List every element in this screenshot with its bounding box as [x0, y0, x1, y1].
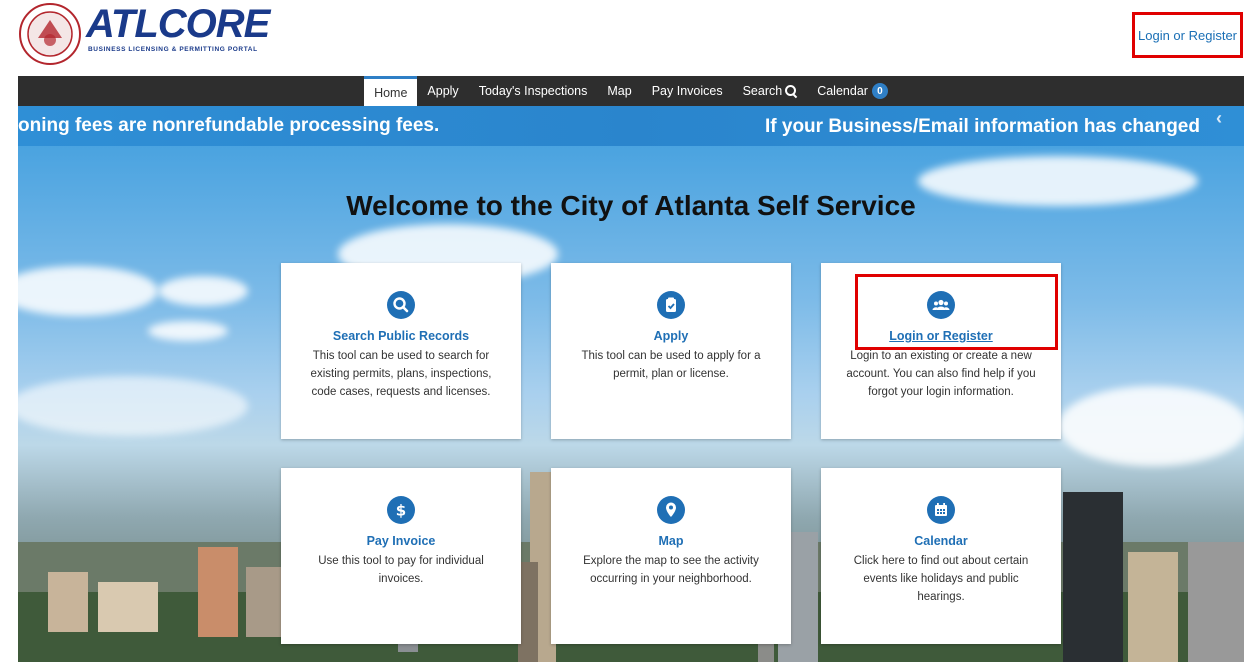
card-title: Search Public Records — [332, 329, 470, 343]
card-description: Login to an existing or create a new acc… — [846, 350, 1036, 398]
announcement-ticker: oning fees are nonrefundable processing … — [18, 106, 1244, 146]
nav-home[interactable]: Home — [364, 76, 418, 106]
nav-calendar[interactable]: Calendar 0 — [807, 76, 898, 106]
card-description: Click here to find out about certain eve… — [853, 555, 1029, 603]
cloud — [158, 276, 248, 306]
map-pin-icon — [657, 496, 685, 524]
ticker-text-right: If your Business/Email information has c… — [765, 116, 1200, 137]
ticker-prev-icon[interactable]: ‹ — [1216, 108, 1222, 129]
card-calendar[interactable]: Calendar Click here to find out about ce… — [821, 468, 1061, 644]
nav-todays-inspections[interactable]: Today's Inspections — [469, 76, 598, 106]
cloud — [1058, 386, 1244, 466]
users-icon — [927, 291, 955, 319]
clipboard-icon — [657, 291, 685, 319]
card-map[interactable]: Map Explore the map to see the activity … — [551, 468, 791, 644]
nav-map-label: Map — [607, 84, 632, 98]
search-icon — [387, 291, 415, 319]
dollar-icon: $ — [387, 496, 415, 524]
calendar-icon — [927, 496, 955, 524]
search-icon — [785, 85, 797, 97]
card-title: Apply — [653, 329, 689, 343]
calendar-count-badge: 0 — [871, 83, 888, 99]
card-title: Pay Invoice — [366, 534, 436, 548]
nav-apply-label: Apply — [427, 84, 459, 98]
card-description: This tool can be used to apply for a per… — [581, 350, 761, 380]
city-seal-icon — [19, 3, 81, 65]
card-login-register[interactable]: Login or Register Login to an existing o… — [821, 263, 1061, 439]
nav-pay-invoices[interactable]: Pay Invoices — [642, 76, 733, 106]
nav-apply[interactable]: Apply — [417, 76, 468, 106]
nav-calendar-label: Calendar — [817, 84, 868, 98]
card-description: Use this tool to pay for individual invo… — [318, 555, 484, 585]
main-nav: Home Apply Today's Inspections Map Pay I… — [18, 76, 1244, 106]
cloud — [148, 321, 228, 341]
card-description: Explore the map to see the activity occu… — [583, 555, 759, 585]
svg-text:$: $ — [396, 502, 406, 520]
card-apply[interactable]: Apply This tool can be used to apply for… — [551, 263, 791, 439]
cloud — [18, 376, 248, 436]
welcome-heading: Welcome to the City of Atlanta Self Serv… — [346, 190, 916, 221]
nav-home-label: Home — [374, 85, 408, 100]
logo-tagline: BUSINESS LICENSING & PERMITTING PORTAL — [88, 46, 258, 53]
logo-wordmark[interactable]: ATLCORE — [86, 2, 270, 46]
card-search-public-records[interactable]: Search Public Records This tool can be u… — [281, 263, 521, 439]
nav-search[interactable]: Search — [733, 76, 808, 106]
hero-section: Welcome to the City of Atlanta Self Serv… — [18, 146, 1244, 662]
nav-map[interactable]: Map — [597, 76, 641, 106]
card-title: Calendar — [914, 534, 968, 548]
nav-inspections-label: Today's Inspections — [478, 84, 588, 98]
login-register-link[interactable]: Login or Register — [1132, 12, 1243, 58]
card-description: This tool can be used to search for exis… — [310, 350, 492, 398]
cloud — [18, 266, 158, 316]
card-pay-invoice[interactable]: $ Pay Invoice Use this tool to pay for i… — [281, 468, 521, 644]
nav-search-label: Search — [742, 84, 783, 98]
nav-pay-label: Pay Invoices — [651, 84, 723, 98]
card-title: Map — [658, 534, 684, 548]
ticker-text-left: oning fees are nonrefundable processing … — [18, 115, 440, 136]
card-title: Login or Register — [889, 329, 993, 343]
site-header: ATLCORE BUSINESS LICENSING & PERMITTING … — [0, 0, 1258, 76]
